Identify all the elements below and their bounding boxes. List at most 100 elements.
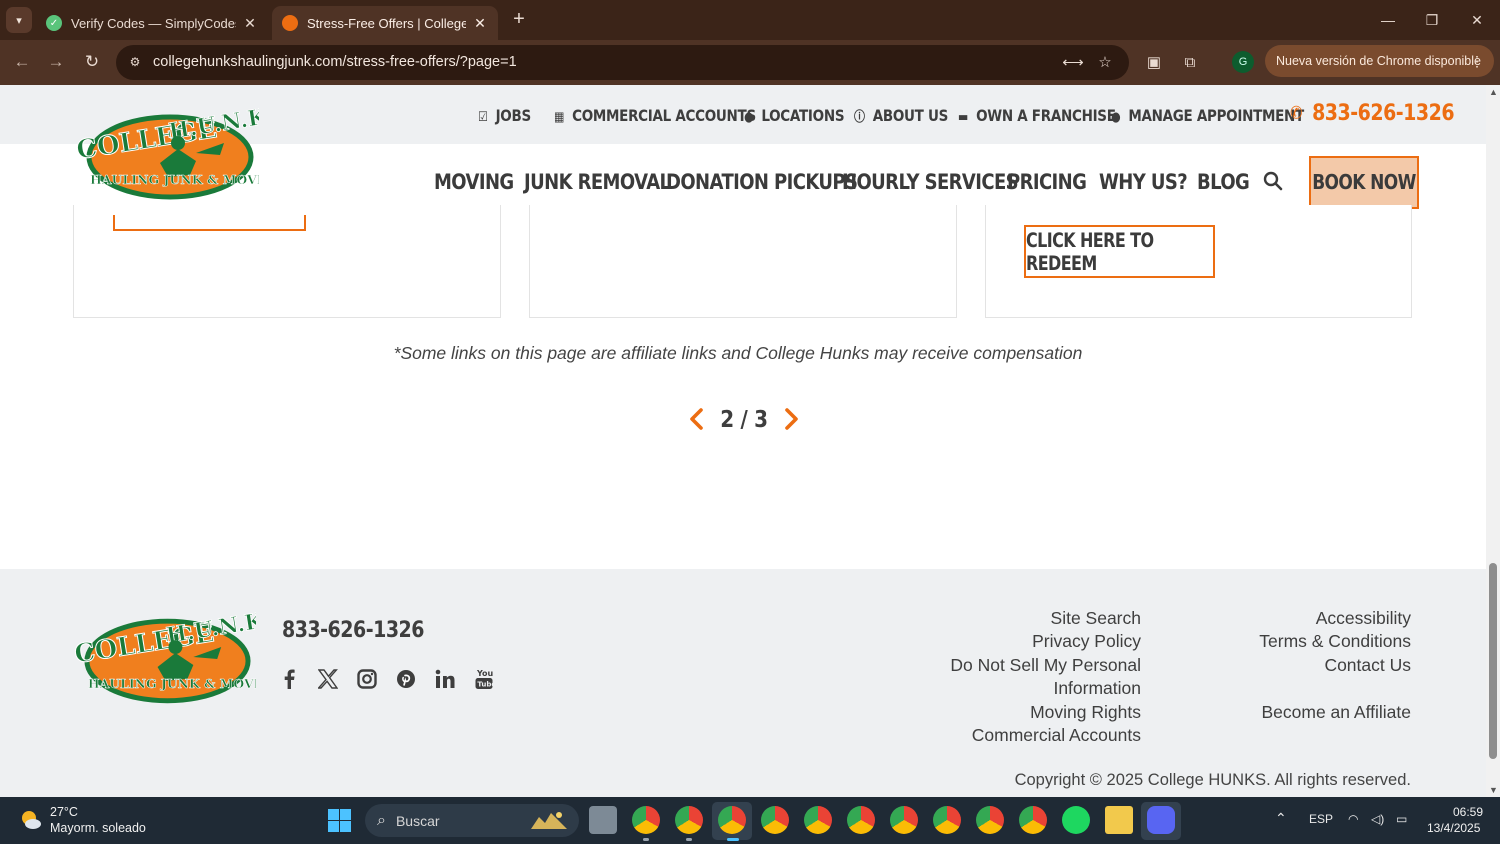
become-affiliate-link[interactable]: Become an Affiliate	[1259, 701, 1412, 724]
url-text[interactable]: collegehunkshaulingjunk.com/stress-free-…	[153, 54, 517, 70]
puzzle-icon[interactable]: ⧉	[1178, 51, 1202, 75]
logo-tagline: HAULING JUNK & MOVING	[88, 676, 256, 691]
nav-blog[interactable]: BLOG	[1197, 170, 1250, 195]
footer-links-column-1: Site Search Privacy Policy Do Not Sell M…	[950, 607, 1141, 747]
chrome-profile-icon[interactable]	[847, 806, 875, 834]
extension-icon[interactable]: ▣	[1142, 51, 1166, 75]
site-settings-icon[interactable]: ⚙	[124, 51, 146, 73]
back-icon[interactable]: ←	[9, 50, 35, 74]
site-search-link[interactable]: Site Search	[950, 607, 1141, 630]
taskbar-search[interactable]: ⌕ Buscar	[365, 804, 579, 837]
linkedin-icon[interactable]	[432, 666, 458, 692]
pinterest-icon[interactable]	[393, 666, 419, 692]
chrome-profile-icon[interactable]	[675, 806, 703, 834]
translate-icon[interactable]: ⟷	[1062, 52, 1084, 74]
volume-icon[interactable]: ◁)	[1371, 812, 1384, 826]
x-icon[interactable]	[315, 666, 341, 692]
tab-simplycodes[interactable]: ✓ Verify Codes — SimplyCodes ✕	[36, 6, 268, 40]
nav-pricing[interactable]: PRICING	[1007, 170, 1087, 195]
weather-sun-icon[interactable]	[20, 809, 42, 831]
phone-icon: ✆	[1290, 102, 1303, 124]
book-now-button[interactable]: BOOK NOW	[1309, 156, 1419, 209]
scroll-down-icon[interactable]: ▼	[1489, 785, 1498, 795]
footer-logo[interactable]: COLLEGE H.U.N.K.S. HAULING JUNK & MOVING	[72, 603, 296, 705]
next-page-icon[interactable]	[780, 406, 802, 432]
instagram-icon[interactable]	[354, 666, 380, 692]
terms-conditions-link[interactable]: Terms & Conditions	[1259, 630, 1411, 653]
redeem-button[interactable]: CLICK HERE TO REDEEM	[1024, 225, 1215, 278]
chrome-profile-icon[interactable]	[718, 806, 746, 834]
chrome-profile-icon[interactable]	[761, 806, 789, 834]
search-highlight-icon	[531, 812, 567, 829]
chrome-update-button[interactable]: Nueva versión de Chrome disponible ⋮	[1265, 45, 1494, 77]
privacy-policy-link[interactable]: Privacy Policy	[950, 630, 1141, 653]
accessibility-link[interactable]: Accessibility	[1259, 607, 1411, 630]
moving-rights-link[interactable]: Moving Rights	[950, 701, 1141, 724]
nav-moving[interactable]: MOVING	[434, 170, 514, 195]
window-close-icon[interactable]: ✕	[1462, 8, 1492, 32]
tab-close-icon[interactable]: ✕	[472, 15, 488, 32]
commercial-accounts-link[interactable]: ▦ COMMERCIAL ACCOUNTS	[554, 103, 756, 129]
tab-college-hunks[interactable]: Stress-Free Offers | College HUNKS ✕	[272, 6, 498, 40]
tab-search-icon[interactable]: ▾	[6, 7, 32, 33]
file-explorer-icon[interactable]	[1105, 806, 1133, 834]
footer-phone-link[interactable]: 833-626-1326	[282, 617, 424, 642]
page-scrollbar[interactable]: ▲ ▼	[1486, 85, 1500, 797]
weather-temperature[interactable]: 27°C	[50, 805, 78, 819]
jobs-link[interactable]: ☑ JOBS	[478, 103, 531, 129]
address-bar[interactable]: ⚙ collegehunkshaulingjunk.com/stress-fre…	[116, 45, 1129, 80]
windows-start-icon[interactable]	[328, 809, 351, 832]
header-phone-link[interactable]: ✆ 833-626-1326	[1290, 100, 1455, 125]
clock-time[interactable]: 06:59	[1453, 805, 1483, 819]
star-icon[interactable]: ☆	[1094, 52, 1116, 74]
nav-donation-pickups[interactable]: DONATION PICKUPS	[666, 170, 858, 195]
language-indicator[interactable]: ESP	[1309, 812, 1333, 826]
youtube-icon[interactable]: You Tube	[471, 666, 497, 692]
search-icon: ⌕	[377, 811, 386, 829]
chrome-app-icon[interactable]	[632, 806, 660, 834]
facebook-icon[interactable]	[276, 666, 302, 692]
restore-icon[interactable]: ❐	[1417, 8, 1447, 32]
commercial-accounts-footer-link[interactable]: Commercial Accounts	[950, 724, 1141, 747]
manage-appointment-link[interactable]: ● MANAGE APPOINTMENT	[1111, 103, 1304, 129]
locations-link[interactable]: ● LOCATIONS	[744, 103, 845, 129]
nav-why-us[interactable]: WHY US?	[1099, 170, 1188, 195]
previous-page-icon[interactable]	[686, 406, 708, 432]
chevron-up-icon[interactable]: ⌃	[1275, 810, 1287, 827]
spotify-icon[interactable]	[1062, 806, 1090, 834]
commercial-accounts-label: COMMERCIAL ACCOUNTS	[572, 106, 756, 126]
discord-icon[interactable]	[1147, 806, 1175, 834]
scrollbar-thumb[interactable]	[1489, 563, 1497, 759]
svg-text:Tube: Tube	[477, 681, 493, 689]
task-view-icon[interactable]	[589, 806, 617, 834]
site-logo[interactable]: COLLEGE H.U.N.K.S. HAULING JUNK & MOVING	[74, 99, 299, 201]
scroll-up-icon[interactable]: ▲	[1489, 87, 1498, 97]
chrome-profile-icon[interactable]	[976, 806, 1004, 834]
forward-icon[interactable]: →	[43, 50, 69, 74]
search-icon[interactable]	[1262, 170, 1284, 192]
new-tab-icon[interactable]: +	[508, 8, 530, 32]
weather-description[interactable]: Mayorm. soleado	[50, 821, 146, 835]
tab-close-icon[interactable]: ✕	[242, 15, 258, 32]
chrome-profile-icon[interactable]	[804, 806, 832, 834]
offer-redeem-button[interactable]	[113, 215, 306, 231]
social-links: You Tube	[276, 666, 510, 692]
menu-icon[interactable]: ⋮	[1470, 53, 1484, 70]
chrome-profile-icon[interactable]	[933, 806, 961, 834]
wifi-icon[interactable]: ◠	[1348, 812, 1358, 826]
do-not-sell-link[interactable]: Do Not Sell My Personal	[950, 654, 1141, 677]
contact-us-link[interactable]: Contact Us	[1259, 654, 1411, 677]
own-a-franchise-link[interactable]: ▬ OWN A FRANCHISE	[958, 103, 1116, 129]
reload-icon[interactable]: ↻	[79, 50, 105, 74]
chrome-profile-icon[interactable]	[890, 806, 918, 834]
minimize-icon[interactable]: —	[1373, 8, 1403, 32]
nav-junk-removal[interactable]: JUNK REMOVAL	[524, 170, 671, 195]
nav-hourly-services[interactable]: HOURLY SERVICES	[842, 170, 1019, 195]
profile-avatar[interactable]: G	[1232, 51, 1254, 73]
building-icon: ▦	[554, 108, 565, 124]
about-us-link[interactable]: ⓘ ABOUT US	[854, 103, 948, 129]
battery-icon[interactable]: ▭	[1396, 812, 1407, 826]
chrome-profile-icon[interactable]	[1019, 806, 1047, 834]
do-not-sell-link-cont[interactable]: Information	[950, 677, 1141, 700]
clock-date[interactable]: 13/4/2025	[1427, 821, 1480, 835]
